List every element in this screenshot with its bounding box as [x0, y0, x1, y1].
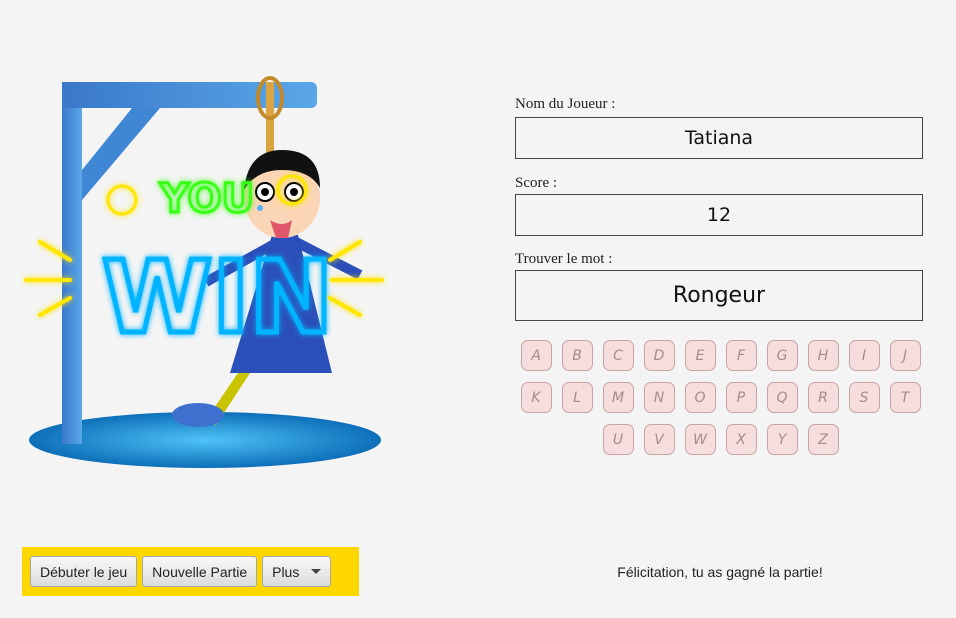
keyboard-row-3: U V W X Y Z — [508, 424, 933, 455]
neon-win-text: WIN — [102, 239, 333, 356]
key-s[interactable]: S — [848, 382, 880, 413]
key-m[interactable]: M — [602, 382, 634, 413]
key-q[interactable]: Q — [766, 382, 798, 413]
status-message: Félicitation, tu as gagné la partie! — [617, 564, 823, 580]
neon-you-text: YOU — [159, 176, 254, 222]
key-y[interactable]: Y — [766, 424, 798, 455]
key-f[interactable]: F — [725, 340, 757, 371]
key-h[interactable]: H — [807, 340, 839, 371]
key-a[interactable]: A — [520, 340, 552, 371]
foot — [172, 403, 224, 427]
keyboard-row-2: K L M N O P Q R S T — [508, 382, 933, 413]
key-j[interactable]: J — [889, 340, 921, 371]
word-label: Trouver le mot : — [515, 251, 613, 267]
key-e[interactable]: E — [684, 340, 716, 371]
key-r[interactable]: R — [807, 382, 839, 413]
start-game-button[interactable]: Débuter le jeu — [30, 556, 138, 587]
more-menu-label: Plus — [272, 563, 300, 580]
key-t[interactable]: T — [889, 382, 921, 413]
key-l[interactable]: L — [561, 382, 593, 413]
key-c[interactable]: C — [602, 340, 634, 371]
score-field: 12 — [515, 194, 923, 236]
gallows-post — [62, 82, 82, 444]
letter-keyboard: A B C D E F G H I J K L M N O P Q R S T … — [508, 340, 933, 466]
player-name-label: Nom du Joueur : — [515, 96, 616, 112]
action-toolbar: Débuter le jeu Nouvelle Partie Plus — [22, 547, 359, 596]
key-o[interactable]: O — [684, 382, 716, 413]
key-d[interactable]: D — [643, 340, 675, 371]
key-k[interactable]: K — [520, 382, 552, 413]
key-w[interactable]: W — [684, 424, 716, 455]
more-menu-button[interactable]: Plus — [262, 556, 332, 587]
player-name-field: Tatiana — [515, 117, 923, 159]
key-i[interactable]: I — [848, 340, 880, 371]
key-v[interactable]: V — [643, 424, 675, 455]
keyboard-row-1: A B C D E F G H I J — [508, 340, 933, 371]
key-b[interactable]: B — [561, 340, 593, 371]
key-n[interactable]: N — [643, 382, 675, 413]
new-game-button[interactable]: Nouvelle Partie — [142, 556, 258, 587]
key-x[interactable]: X — [725, 424, 757, 455]
hangman-win-illustration: YOU WIN — [20, 70, 400, 480]
key-p[interactable]: P — [725, 382, 757, 413]
neon-rays-right — [328, 240, 384, 317]
word-field: Rongeur — [515, 270, 923, 321]
chevron-down-icon — [311, 569, 322, 574]
key-u[interactable]: U — [602, 424, 634, 455]
key-z[interactable]: Z — [807, 424, 839, 455]
key-g[interactable]: G — [766, 340, 798, 371]
score-label: Score : — [515, 175, 558, 191]
